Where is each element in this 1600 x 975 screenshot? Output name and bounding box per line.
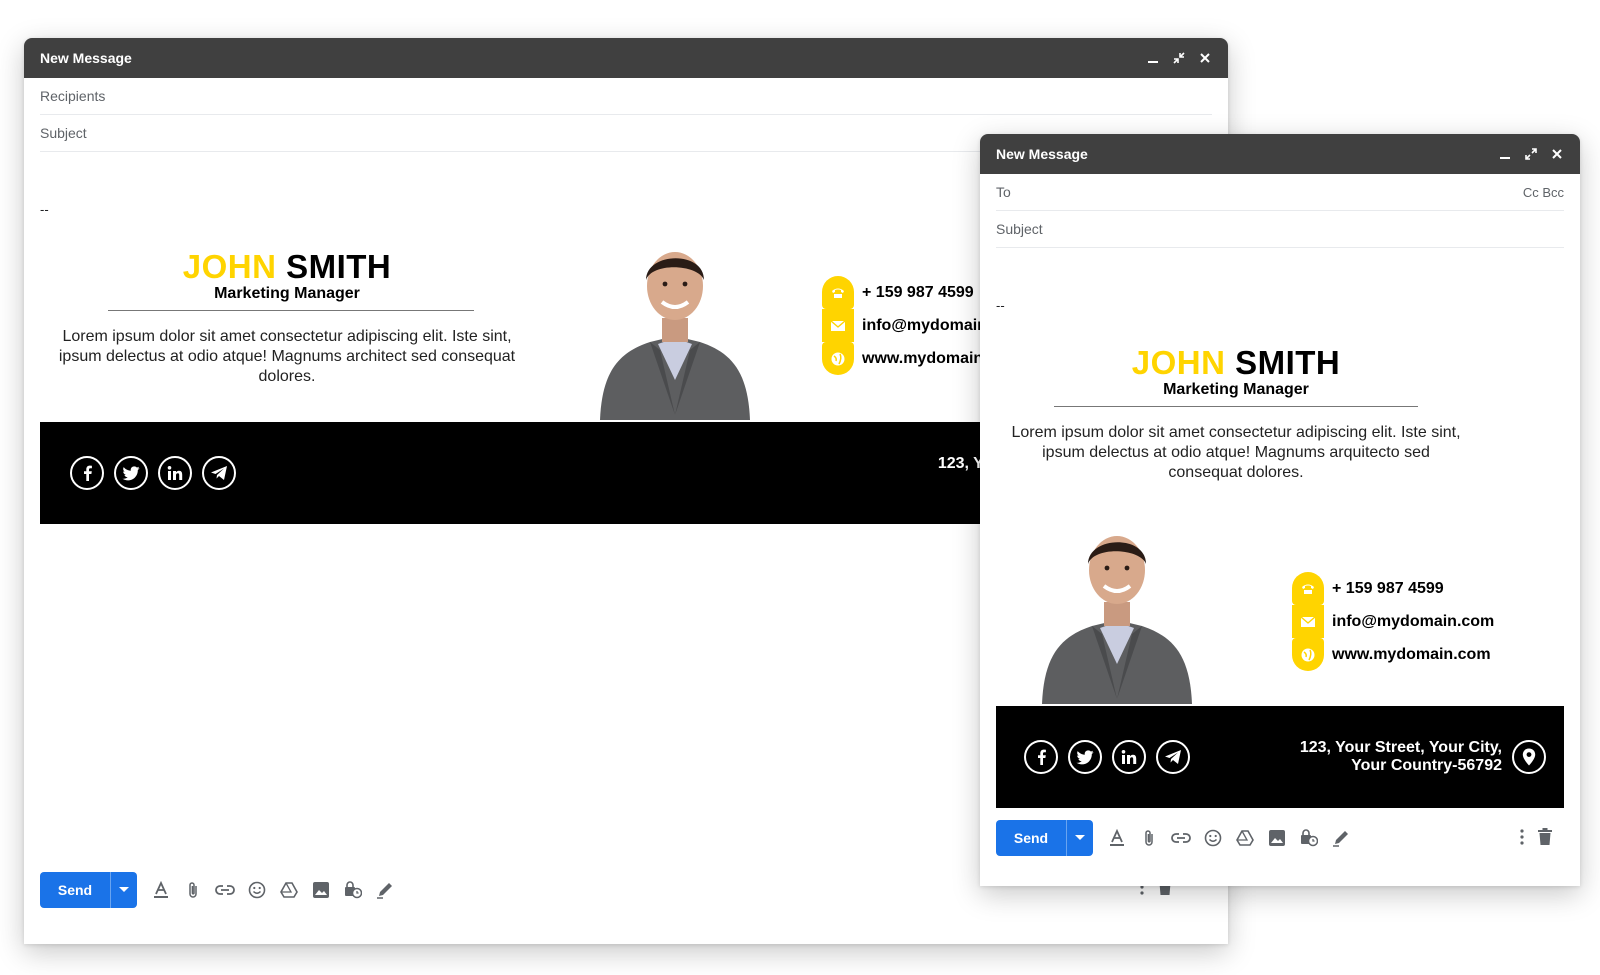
compose-titlebar: New Message [980,134,1580,174]
job-title: Marketing Manager [1163,381,1309,398]
send-options-chevron-icon[interactable] [110,872,137,908]
phone-number[interactable]: + 159 987 4599 [1332,580,1444,598]
to-placeholder: To [996,184,1011,200]
send-button[interactable]: Send [996,820,1066,856]
signature-name-block: JOHN SMITH Marketing Manager Lorem ipsum… [1008,346,1464,483]
compose-toolbar: Send [996,820,1351,856]
last-name: SMITH [286,248,392,285]
subject-placeholder: Subject [996,221,1043,237]
mail-icon [1292,605,1324,638]
subject-placeholder: Subject [40,125,87,141]
job-title: Marketing Manager [214,285,360,302]
exit-full-screen-icon[interactable] [1172,51,1186,65]
confidential-icon[interactable] [343,880,363,900]
telegram-icon[interactable] [1156,740,1190,774]
signature-name-block: JOHN SMITH Marketing Manager Lorem ipsum… [52,250,522,387]
divider [1054,406,1418,407]
close-icon[interactable] [1550,147,1564,161]
emoji-icon[interactable] [1203,828,1223,848]
signature-separator: -- [996,298,1005,313]
social-links [1024,740,1190,774]
globe-icon [822,342,854,375]
attach-icon[interactable] [1139,828,1159,848]
send-button-group: Send [40,872,137,908]
close-icon[interactable] [1198,51,1212,65]
phone-number[interactable]: + 159 987 4599 [862,284,974,302]
address-line-2: Your Country-56792 [1351,757,1502,774]
mail-icon [822,309,854,342]
send-button-group: Send [996,820,1093,856]
postal-address: 123, Your Street, Your City, Your Countr… [1300,739,1502,775]
signature-name: JOHN SMITH [52,250,522,283]
recipients-placeholder: Recipients [40,88,106,104]
bio-text: Lorem ipsum dolor sit amet consectetur a… [1011,424,1461,481]
signature-footer: 123, Your Street, Your City, Your Countr… [996,706,1564,808]
send-options-chevron-icon[interactable] [1066,820,1093,856]
emoji-icon[interactable] [247,880,267,900]
drive-icon[interactable] [279,880,299,900]
image-icon[interactable] [1267,828,1287,848]
phone-icon [822,276,854,309]
contact-list: + 159 987 4599 info@mydomain.com www.myd… [1292,572,1494,671]
discard-draft-icon[interactable] [1538,828,1552,850]
location-pin-icon [1512,740,1546,774]
minimize-icon[interactable] [1498,147,1512,161]
drive-icon[interactable] [1235,828,1255,848]
link-icon[interactable] [1171,828,1191,848]
signature-separator: -- [40,202,49,217]
signature-icon[interactable] [1331,828,1351,848]
website-link[interactable]: www.mydomain.com [1332,646,1491,664]
more-options-icon[interactable] [1520,828,1524,850]
cc-bcc-link[interactable]: Cc Bcc [1523,185,1564,200]
linkedin-icon[interactable] [1112,740,1146,774]
twitter-icon[interactable] [114,456,148,490]
profile-photo [590,240,760,425]
full-screen-icon[interactable] [1524,147,1538,161]
compose-toolbar: Send [40,872,395,908]
signature-name: JOHN SMITH [1008,346,1464,379]
format-text-icon[interactable] [1107,828,1127,848]
address-line-1: 123, Your Street, Your City, [1299,739,1502,756]
email-address[interactable]: info@mydomain.com [1332,613,1494,631]
send-button[interactable]: Send [40,872,110,908]
profile-photo [1032,524,1202,709]
first-name: JOHN [182,248,277,285]
social-links [70,456,236,490]
message-body[interactable]: -- JOHN SMITH Marketing Manager Lorem ip… [980,248,1580,848]
subject-field[interactable]: Subject [996,211,1564,248]
contact-website: www.mydomain.com [1292,638,1494,671]
first-name: JOHN [1131,344,1226,381]
linkedin-icon[interactable] [158,456,192,490]
telegram-icon[interactable] [202,456,236,490]
compose-window-front: New Message To Cc Bcc Subject -- JOHN SM… [980,134,1580,886]
to-field[interactable]: To Cc Bcc [996,174,1564,211]
compose-right-tools [1520,828,1552,850]
contact-phone: + 159 987 4599 [1292,572,1494,605]
compose-titlebar: New Message [24,38,1228,78]
format-text-icon[interactable] [151,880,171,900]
last-name: SMITH [1235,344,1341,381]
compose-title: New Message [996,146,1088,162]
twitter-icon[interactable] [1068,740,1102,774]
minimize-icon[interactable] [1146,51,1160,65]
signature-icon[interactable] [375,880,395,900]
phone-icon [1292,572,1324,605]
contact-email: info@mydomain.com [1292,605,1494,638]
compose-title: New Message [40,50,132,66]
divider [108,310,474,311]
link-icon[interactable] [215,880,235,900]
image-icon[interactable] [311,880,331,900]
recipients-field[interactable]: Recipients [40,78,1212,115]
confidential-icon[interactable] [1299,828,1319,848]
globe-icon [1292,638,1324,671]
attach-icon[interactable] [183,880,203,900]
bio-text: Lorem ipsum dolor sit amet consectetur a… [58,328,516,385]
facebook-icon[interactable] [1024,740,1058,774]
facebook-icon[interactable] [70,456,104,490]
